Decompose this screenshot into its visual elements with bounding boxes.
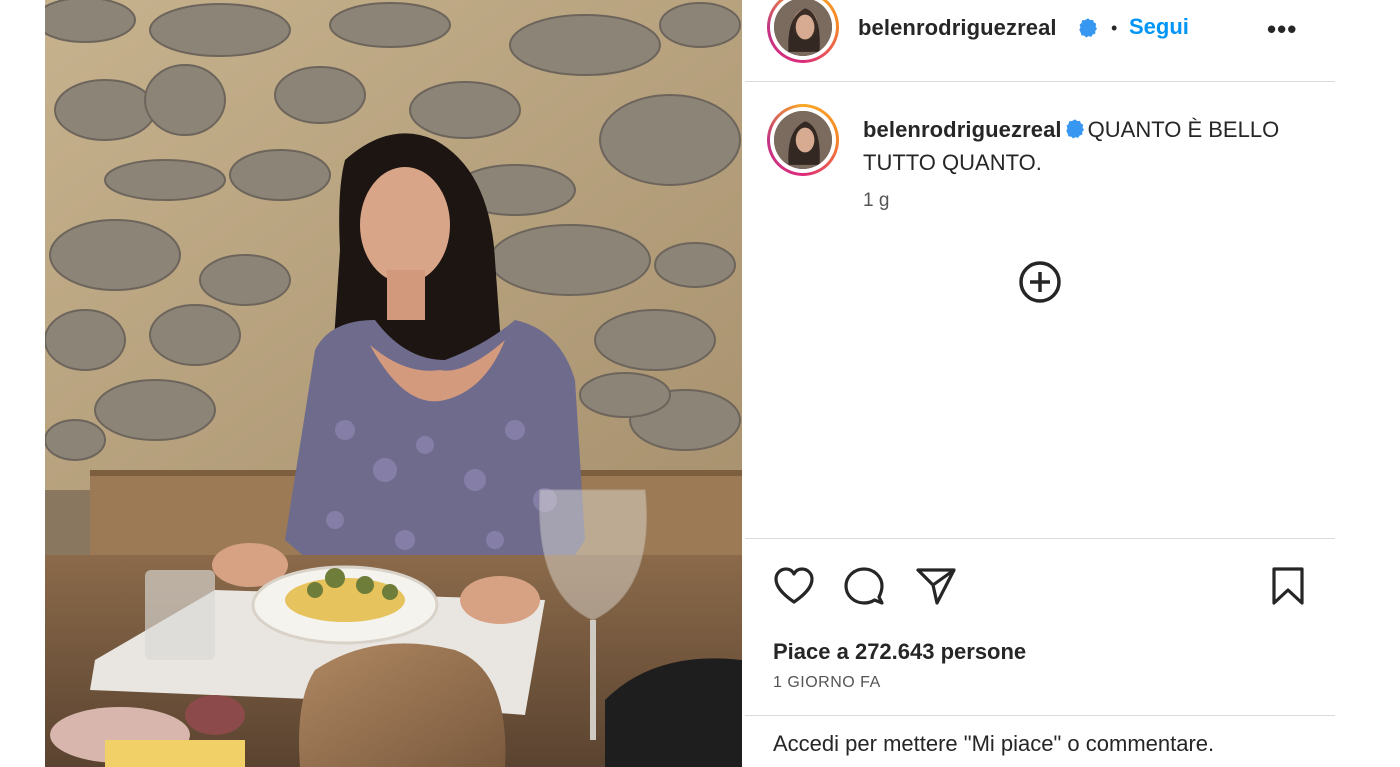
post-header: belenrodriguezreal • Segui ••• bbox=[745, 0, 1335, 82]
share-icon[interactable] bbox=[915, 566, 957, 606]
post-photo[interactable] bbox=[45, 0, 742, 767]
comment-icon[interactable] bbox=[843, 566, 885, 606]
post-side-panel: belenrodriguezreal • Segui ••• belenrodr… bbox=[745, 0, 1335, 767]
bookmark-icon[interactable] bbox=[1267, 566, 1309, 606]
post-time[interactable]: 1 g bbox=[863, 190, 889, 212]
caption-avatar[interactable] bbox=[767, 104, 839, 176]
divider bbox=[745, 538, 1335, 539]
caption-username-link[interactable]: belenrodriguezreal bbox=[863, 117, 1062, 142]
login-prompt: Accedi per mettere "Mi piace" o commenta… bbox=[773, 731, 1214, 757]
login-link[interactable]: Accedi bbox=[773, 731, 839, 756]
avatar[interactable] bbox=[767, 0, 839, 63]
divider bbox=[745, 715, 1335, 716]
username-link[interactable]: belenrodriguezreal bbox=[858, 15, 1057, 41]
follow-button[interactable]: Segui bbox=[1129, 14, 1189, 40]
login-prompt-text: per mettere "Mi piace" o commentare. bbox=[845, 731, 1215, 756]
likes-count[interactable]: Piace a 272.643 persone bbox=[773, 639, 1026, 665]
heart-icon[interactable] bbox=[773, 566, 815, 606]
separator-dot: • bbox=[1111, 18, 1118, 38]
verified-badge-icon bbox=[1065, 119, 1084, 139]
post-date: 1 GIORNO FA bbox=[773, 674, 881, 691]
verified-badge-icon bbox=[1079, 18, 1097, 38]
more-options-icon[interactable]: ••• bbox=[1267, 14, 1297, 45]
post-caption: belenrodriguezreal QUANTO È BELLO TUTTO … bbox=[863, 113, 1283, 179]
plus-circle-icon[interactable] bbox=[1018, 260, 1062, 304]
